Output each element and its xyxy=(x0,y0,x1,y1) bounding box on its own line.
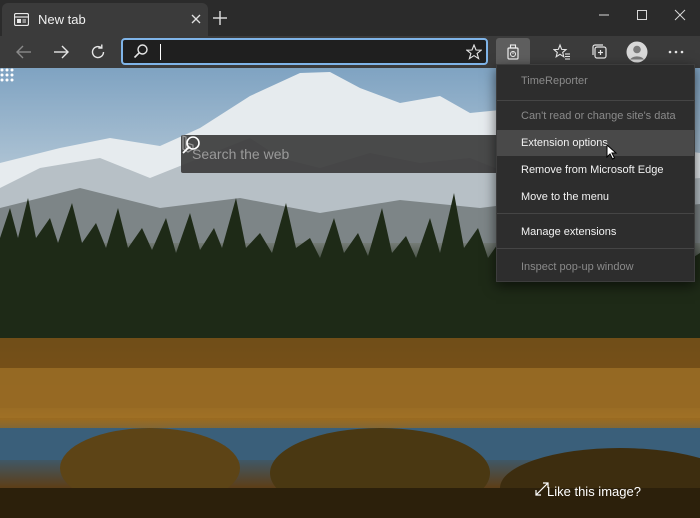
search-icon[interactable] xyxy=(181,135,201,155)
address-input[interactable] xyxy=(159,43,459,61)
more-button[interactable] xyxy=(662,39,690,65)
plus-icon[interactable] xyxy=(212,10,228,26)
web-search-box[interactable]: Search the web xyxy=(181,135,511,173)
like-image-link[interactable]: Like this image? xyxy=(535,482,641,500)
text-caret xyxy=(160,44,161,60)
extension-context-menu: TimeReporter Can't read or change site's… xyxy=(496,64,695,282)
favorites-icon xyxy=(553,43,570,60)
maximize-icon xyxy=(637,10,647,20)
mouse-cursor-icon xyxy=(606,144,618,160)
menu-separator xyxy=(497,213,694,214)
collections-icon xyxy=(592,44,607,59)
close-icon xyxy=(674,9,686,21)
menu-extension-name: TimeReporter xyxy=(521,75,588,87)
star-icon[interactable] xyxy=(466,44,482,60)
profile-avatar-icon xyxy=(626,41,648,63)
close-icon[interactable] xyxy=(188,11,204,27)
extension-icon xyxy=(507,44,519,60)
refresh-button[interactable] xyxy=(84,39,112,65)
extension-button[interactable] xyxy=(496,38,530,66)
menu-separator xyxy=(497,100,694,101)
menu-item-extension-options[interactable]: Extension options xyxy=(497,130,694,156)
minimize-button[interactable] xyxy=(584,0,624,30)
expand-icon xyxy=(535,482,549,496)
menu-separator xyxy=(497,248,694,249)
tab-strip: New tab xyxy=(0,0,700,36)
back-button[interactable] xyxy=(10,39,38,65)
ellipsis-icon xyxy=(668,50,684,54)
menu-item-manage-extensions[interactable]: Manage extensions xyxy=(497,219,694,245)
forward-button[interactable] xyxy=(47,39,75,65)
menu-item-inspect-popup: Inspect pop-up window xyxy=(521,261,634,273)
collections-button[interactable] xyxy=(585,39,613,65)
minimize-icon xyxy=(599,14,609,16)
search-placeholder: Search the web xyxy=(192,146,290,162)
address-bar[interactable] xyxy=(121,38,488,65)
menu-item-remove[interactable]: Remove from Microsoft Edge xyxy=(497,157,694,183)
new-tab-page-icon xyxy=(14,13,29,26)
close-window-button[interactable] xyxy=(660,0,700,30)
tab-title: New tab xyxy=(38,12,86,27)
apps-grid-icon[interactable] xyxy=(0,68,14,82)
maximize-button[interactable] xyxy=(622,0,662,30)
menu-item-site-access: Can't read or change site's data xyxy=(521,110,676,122)
tab-new-tab[interactable]: New tab xyxy=(2,3,208,36)
profile-button[interactable] xyxy=(623,39,651,65)
refresh-icon xyxy=(91,44,105,59)
arrow-right-icon xyxy=(54,45,69,59)
arrow-left-icon xyxy=(16,45,31,59)
menu-item-move-to-menu[interactable]: Move to the menu xyxy=(497,184,694,210)
favorites-button[interactable] xyxy=(548,39,576,65)
like-image-label: Like this image? xyxy=(547,483,641,499)
search-icon xyxy=(133,44,148,59)
